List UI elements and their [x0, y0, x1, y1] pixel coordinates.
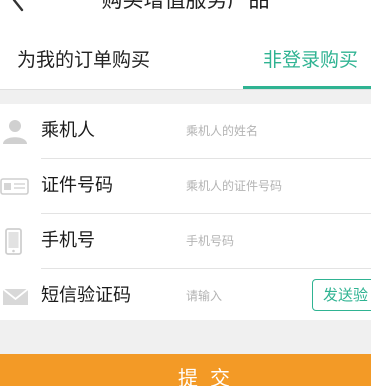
- id-number-row: 证件号码 乘机人的证件号码: [0, 159, 371, 213]
- page-title: 购买增值服务产品: [101, 0, 270, 12]
- purchase-form: 乘机人 乘机人的姓名 证件号码 乘机人的证件号码 手机号 手机号码 短信验证码 …: [0, 104, 371, 320]
- submit-button[interactable]: 提交: [0, 354, 371, 386]
- tabs-divider: [0, 89, 371, 90]
- id-number-input[interactable]: 乘机人的证件号码: [186, 159, 282, 213]
- sms-code-row: 短信验证码 请输入 发送验: [0, 269, 371, 323]
- phone-label: 手机号: [41, 230, 95, 251]
- id-card-icon: [0, 173, 30, 199]
- tab-buy-for-my-order[interactable]: 为我的订单购买: [17, 30, 150, 90]
- sms-code-label: 短信验证码: [41, 285, 131, 306]
- phone-icon: [4, 228, 30, 255]
- page: 购买增值服务产品 为我的订单购买 非登录购买 乘机人 乘机人的姓名 证件号码 乘…: [0, 0, 371, 386]
- send-code-button[interactable]: 发送验: [312, 279, 371, 311]
- passenger-row: 乘机人 乘机人的姓名: [0, 104, 371, 158]
- phone-row: 手机号 手机号码: [0, 214, 371, 268]
- passenger-name-input[interactable]: 乘机人的姓名: [186, 104, 258, 158]
- tab-bar: 为我的订单购买 非登录购买: [0, 30, 371, 90]
- header-bar: 购买增值服务产品: [0, 0, 371, 30]
- tab-guest-purchase[interactable]: 非登录购买: [263, 30, 358, 90]
- sms-code-input[interactable]: 请输入: [186, 269, 222, 323]
- id-number-label: 证件号码: [41, 175, 113, 196]
- envelope-icon: [2, 283, 29, 309]
- submit-label: 提交: [178, 366, 242, 386]
- passenger-label: 乘机人: [41, 120, 95, 141]
- phone-input[interactable]: 手机号码: [186, 214, 234, 268]
- person-icon: [2, 118, 28, 144]
